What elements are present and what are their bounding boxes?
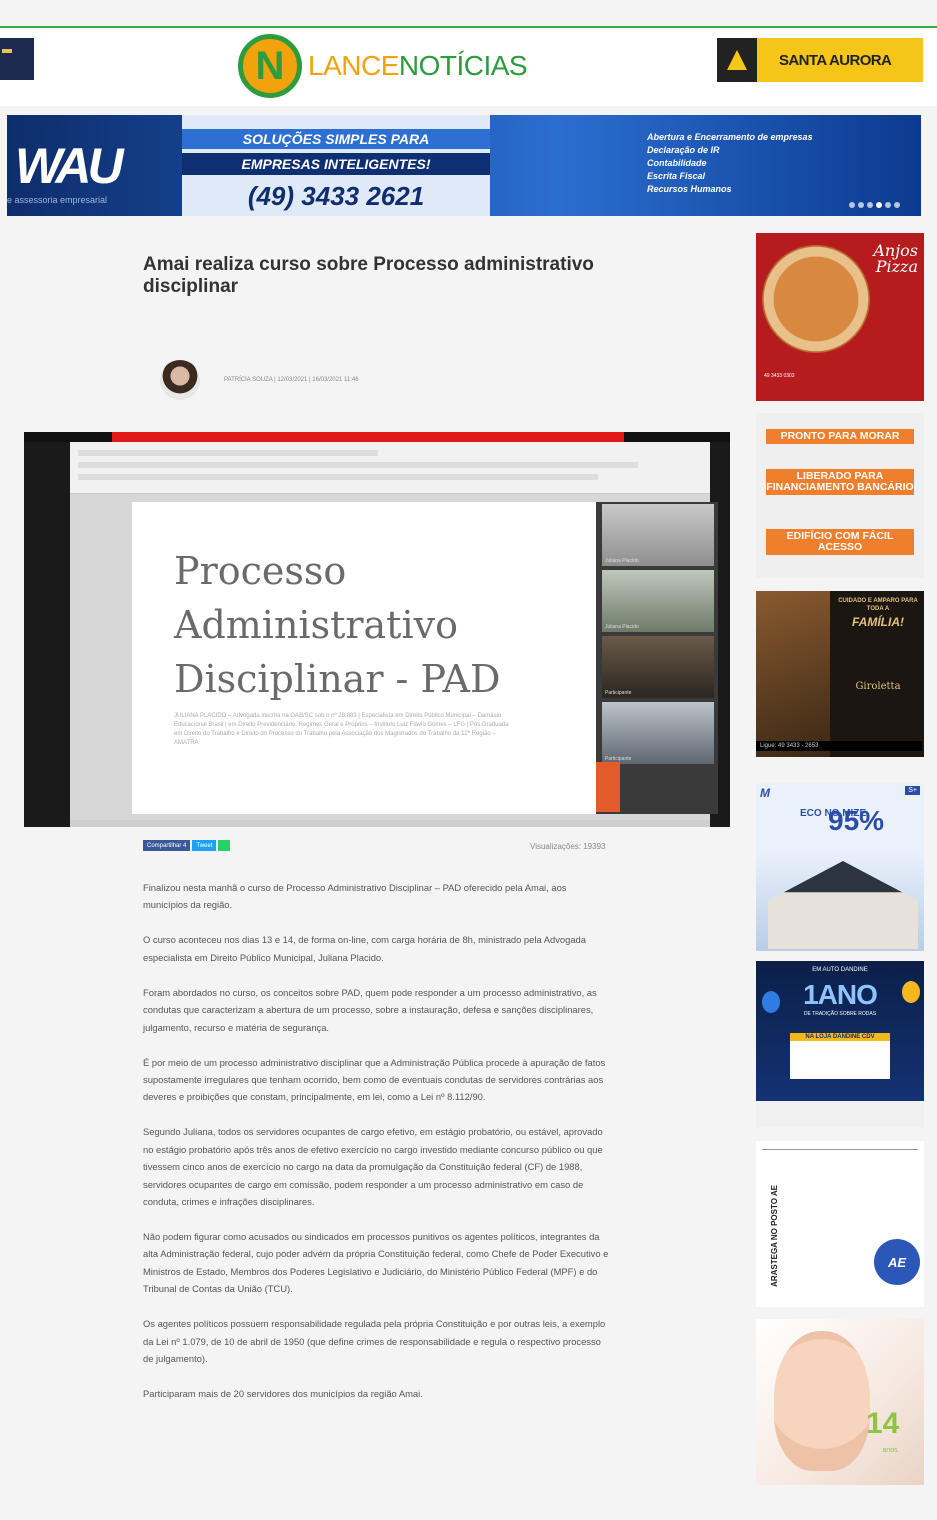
author-row: PATRÍCIA SOUZA | 12/03/2021 | 16/03/2021… xyxy=(160,360,359,400)
twitter-share-button[interactable]: Tweet xyxy=(192,840,217,851)
author-avatar xyxy=(160,360,200,400)
property-badge: PRONTO PARA MORAR xyxy=(766,429,914,444)
slide-accent xyxy=(596,762,620,812)
banner-services: Abertura e Encerramento de empresas Decl… xyxy=(647,132,813,194)
balloon-icon xyxy=(762,991,780,1013)
giroletta-ad[interactable]: CUIDADO E AMPARO PARA TODA A FAMÍLIA! Gi… xyxy=(756,591,924,757)
carousel-dots[interactable] xyxy=(849,202,900,208)
family-photo xyxy=(756,591,830,757)
banner-brand: WAU xyxy=(15,138,124,194)
carousel-dot[interactable] xyxy=(894,202,900,208)
carousel-dot[interactable] xyxy=(849,202,855,208)
site-header: N LANCENOTÍCIAS SANTA AURORA xyxy=(0,28,937,106)
balloon-icon xyxy=(902,981,920,1003)
powerpoint-statusbar xyxy=(70,820,710,827)
giroletta-logo: Giroletta xyxy=(855,681,901,692)
solar-ad[interactable]: M S+ ECO NO MIZE 95% xyxy=(756,783,924,951)
pizza-brand: Anjos Pizza xyxy=(873,241,918,276)
pizza-image xyxy=(762,245,870,353)
property-badge: EDIFÍCIO COM FÁCIL ACESSO xyxy=(766,529,914,555)
banner-line2: EMPRESAS INTELIGENTES! xyxy=(182,153,490,175)
article-paragraph: Participaram mais de 20 servidores dos m… xyxy=(143,1388,423,1400)
article-paragraph: É por meio de um processo administrativo… xyxy=(143,1056,606,1103)
slide-title: Processo Administrativo Disciplinar - PA… xyxy=(174,549,501,701)
pizza-ad[interactable]: Anjos Pizza 49 3433 0303 xyxy=(756,233,924,401)
santa-aurora-ad[interactable]: SANTA AURORA xyxy=(717,38,923,82)
baby-ad[interactable]: 14 anos xyxy=(756,1319,924,1485)
article-title: Amai realiza curso sobre Processo admini… xyxy=(143,254,594,297)
article-paragraph: Não podem figurar como acusados ou sindi… xyxy=(143,1231,609,1295)
house-image xyxy=(768,861,918,949)
baby-image xyxy=(774,1331,870,1471)
carousel-dot-active[interactable] xyxy=(876,202,882,208)
participant-tile: Juliana Placido xyxy=(602,570,714,632)
powerpoint-ribbon xyxy=(70,442,710,494)
ae-logo: AE xyxy=(874,1239,920,1285)
presentation-slide: Processo Administrativo Disciplinar - PA… xyxy=(132,502,602,814)
solar-brand-icon: M xyxy=(760,786,770,800)
view-count: Visualizações: 19393 xyxy=(530,842,606,851)
property-ad[interactable]: PRONTO PARA MORAR LIBERADO PARA FINANCIA… xyxy=(756,413,924,578)
article-paragraph: Finalizou nesta manhã o curso de Process… xyxy=(143,882,567,911)
article-paragraph: Os agentes políticos possuem responsabil… xyxy=(143,1318,606,1365)
carousel-dot[interactable] xyxy=(885,202,891,208)
participant-tile: Participante xyxy=(602,702,714,764)
slide-credit: JULIANA PLACIDO – Advogada inscrita na O… xyxy=(174,713,509,746)
left-header-ad[interactable] xyxy=(0,38,34,80)
anniversary-footer xyxy=(756,1101,924,1127)
facebook-share-button[interactable]: Compartilhar 4 xyxy=(143,840,191,851)
santa-aurora-logo-icon xyxy=(717,38,757,82)
article-paragraph: O curso aconteceu nos dias 13 e 14, de f… xyxy=(143,934,586,963)
ae-ad[interactable]: ARASTEGA NO POSTO AE AE xyxy=(756,1141,924,1307)
article-paragraph: Segundo Juliana, todos os servidores ocu… xyxy=(143,1126,603,1208)
logo-text: LANCENOTÍCIAS xyxy=(308,50,528,81)
wau-banner-ad[interactable]: WAU e assessoria empresarial SOLUÇÕES SI… xyxy=(7,115,921,216)
participant-tile: Participante xyxy=(602,636,714,698)
banner-line1: SOLUÇÕES SIMPLES PARA xyxy=(182,129,490,149)
banner-brand-sub: e assessoria empresarial xyxy=(7,195,108,205)
participant-tile: Juliana Placido xyxy=(602,504,714,566)
share-buttons: Compartilhar 4 Tweet xyxy=(143,840,231,851)
property-badge: LIBERADO PARA FINANCIAMENTO BANCÁRIO xyxy=(766,469,914,495)
anniversary-box: NA LOJA DANDINE CDV xyxy=(790,1033,890,1079)
article-body: Finalizou nesta manhã o curso de Process… xyxy=(143,879,613,1420)
carousel-dot[interactable] xyxy=(858,202,864,208)
article-video[interactable]: Processo Administrativo Disciplinar - PA… xyxy=(24,432,730,827)
video-progress-bar[interactable] xyxy=(112,432,624,442)
banner-phone: (49) 3433 2621 xyxy=(247,181,425,211)
whatsapp-share-icon[interactable] xyxy=(218,840,231,851)
logo-mark-icon: N xyxy=(238,34,302,98)
site-logo[interactable]: N LANCENOTÍCIAS xyxy=(238,34,528,98)
author-meta: PATRÍCIA SOUZA | 12/03/2021 | 16/03/2021… xyxy=(224,377,359,383)
carousel-dot[interactable] xyxy=(867,202,873,208)
article-paragraph: Foram abordados no curso, os conceitos s… xyxy=(143,986,597,1033)
anniversary-ad[interactable]: EM AUTO DANDINE 1ANO DE TRADIÇÃO SOBRE R… xyxy=(756,961,924,1127)
